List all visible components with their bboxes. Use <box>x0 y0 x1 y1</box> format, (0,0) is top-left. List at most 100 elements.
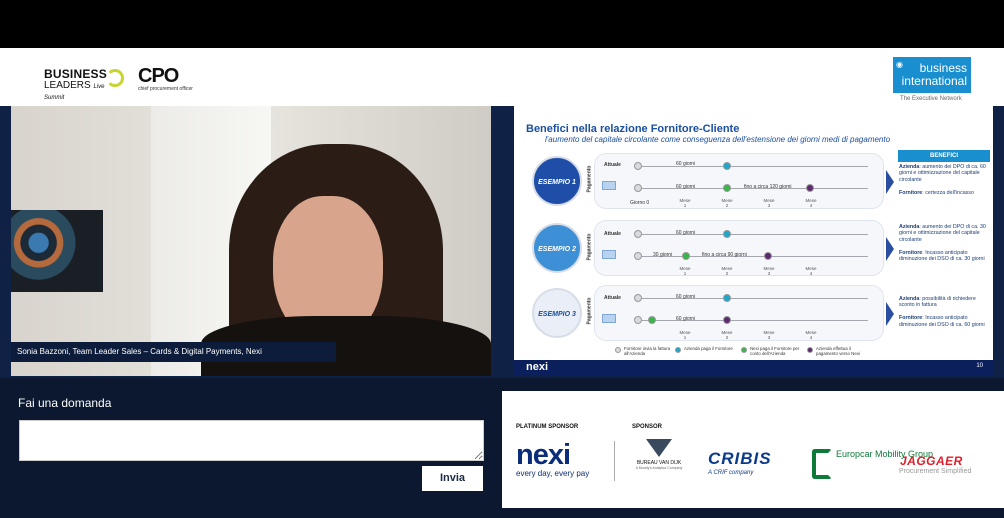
sponsor-label: SPONSOR <box>632 424 663 430</box>
mese-word: Mese <box>763 198 775 203</box>
business-leaders-logo: BUSINESS LEADERS Live Summit <box>44 67 124 101</box>
ben-azienda-label: Azienda <box>899 164 920 170</box>
question-label: Fai una domanda <box>18 396 112 410</box>
bureau-van-dijk-logo[interactable]: BUREAU VAN DIJK A Moody's Analytics Comp… <box>630 439 688 479</box>
cpo-logo-text: CPO <box>138 65 179 87</box>
cribis-sub: A CRIF company <box>708 470 754 476</box>
legend-azienda: Azienda paga il Fornitore <box>675 346 734 353</box>
mese-word: Mese <box>679 198 691 203</box>
example-2-panel <box>594 220 884 276</box>
mese-2: Mese 2 <box>721 330 733 340</box>
slide-nexi-logo: nexi <box>526 361 549 373</box>
legend-pagamento-nexi: Azienda effettua il pagamento verso Nexi <box>807 346 868 356</box>
example-1-circle: ESEMPIO 1 <box>532 156 582 206</box>
mese-word: Mese <box>721 266 733 271</box>
benefits-example-1: Azienda: aumento dei DPO di ca. 60 giorn… <box>899 164 991 196</box>
dot-azienda-paga <box>723 162 731 170</box>
cpo-logo: CPO chief procurement officer <box>138 66 198 92</box>
slide-page-number: 10 <box>976 363 983 369</box>
bl-logo-ring-icon <box>106 69 124 87</box>
dot-nexi-paga <box>682 252 690 260</box>
dot-invoice <box>634 162 642 170</box>
bl-logo-leaders: LEADERS <box>44 80 91 91</box>
mese-3: Mese 3 <box>763 266 775 276</box>
example-3-circle: ESEMPIO 3 <box>532 288 582 338</box>
dot-nexi-paga <box>723 184 731 192</box>
bi-tagline: The Executive Network <box>900 96 962 102</box>
dot-invoice <box>634 316 642 324</box>
mese-2: Mese 2 <box>721 198 733 208</box>
ben-fornitore-text: : certezza dell'incasso <box>922 189 974 196</box>
ben-fornitore-label: Fornitore <box>899 315 923 322</box>
slide-subtitle: l'aumento del capitale circolante come c… <box>545 135 891 144</box>
attuale-label: Attuale <box>604 231 621 237</box>
example-2-circle: ESEMPIO 2 <box>532 223 582 273</box>
mese-word: Mese <box>805 266 817 271</box>
legend-text: Azienda paga il Fornitore <box>684 346 733 351</box>
dot-azienda-paga <box>723 230 731 238</box>
legend-nexi: Nexi paga il Fornitore per conto dell'Az… <box>741 346 800 356</box>
arrow-icon <box>886 170 894 194</box>
mese-2: Mese 2 <box>721 266 733 276</box>
mese-4: Mese 4 <box>805 330 817 340</box>
timeline-line <box>638 320 868 321</box>
attuale-label: Attuale <box>604 162 621 168</box>
mese-4: Mese 4 <box>805 266 817 276</box>
dot-pagamento-nexi <box>806 184 814 192</box>
wall-painting <box>11 210 103 292</box>
jaggaer-sub: Procurement Simplified <box>899 468 972 475</box>
bi-logo-text: business international <box>901 61 967 88</box>
legend-text: Fornitore invia la fattura all'Azienda <box>624 346 671 356</box>
cribis-logo[interactable]: CRIBIS <box>708 449 772 469</box>
mese-1: Mese 1 <box>679 198 691 208</box>
legend-dot <box>615 347 621 353</box>
dot-invoice <box>634 294 642 302</box>
pagamento-label: Pagamento <box>586 165 593 193</box>
days-label: 60 giorni <box>676 230 696 236</box>
card-icon <box>602 250 616 259</box>
dot-nexi-paga <box>648 316 656 324</box>
ben-fornitore-label: Fornitore <box>899 189 923 196</box>
days-label: 60 giorni <box>676 184 696 190</box>
extension-label: fino a circa 90 giorni <box>702 252 747 258</box>
legend-text: Azienda effettua il pagamento verso Nexi <box>816 346 860 356</box>
pagamento-label: Pagamento <box>586 233 593 261</box>
nexi-logo[interactable]: nexi <box>516 439 571 472</box>
timeline-line <box>638 234 868 235</box>
days-label: 60 giorni <box>676 161 696 167</box>
timeline-line <box>638 298 868 299</box>
bvd-sub: A Moody's Analytics Company <box>635 466 683 470</box>
attuale-label: Attuale <box>604 295 621 301</box>
question-input[interactable] <box>19 420 484 461</box>
ben-fornitore-label: Fornitore <box>899 249 923 256</box>
days-label: 60 giorni <box>676 316 696 322</box>
card-icon <box>602 314 616 323</box>
legend-dot <box>741 347 747 353</box>
mese-1: Mese 1 <box>679 330 691 340</box>
mese-word: Mese <box>721 330 733 335</box>
webinar-stage: BUSINESS LEADERS Live Summit CPO chief p… <box>0 0 1004 518</box>
pagamento-label: Pagamento <box>586 297 593 325</box>
mese-word: Mese <box>763 266 775 271</box>
jaggaer-logo[interactable]: JAGGAER <box>900 454 963 468</box>
send-button[interactable]: Invia <box>422 466 483 491</box>
business-international-logo: ◉ business international <box>893 57 971 93</box>
ben-azienda-label: Azienda <box>899 296 920 302</box>
mese-3: Mese 3 <box>763 198 775 208</box>
card-icon <box>602 181 616 190</box>
benefits-example-3: Azienda: possibilità di richiedere scont… <box>899 296 991 328</box>
dot-invoice <box>634 252 642 260</box>
mese-word: Mese <box>763 330 775 335</box>
mese-word: Mese <box>679 266 691 271</box>
legend-dot <box>675 347 681 353</box>
dot-invoice <box>634 184 642 192</box>
ben-azienda-label: Azienda <box>899 224 920 230</box>
extension-label: fino a circa 120 giorni <box>744 184 792 190</box>
mese-3: Mese 3 <box>763 330 775 340</box>
giorno0-label: Giorno 0 <box>630 200 650 206</box>
legend-text: Nexi paga il Fornitore per conto dell'Az… <box>750 346 800 356</box>
mese-4: Mese 4 <box>805 198 817 208</box>
presentation-slide: Benefici nella relazione Fornitore-Clien… <box>514 106 993 376</box>
mese-1: Mese 1 <box>679 266 691 276</box>
sponsor-panel: PLATINUM SPONSOR SPONSOR nexi every day,… <box>502 391 1004 508</box>
